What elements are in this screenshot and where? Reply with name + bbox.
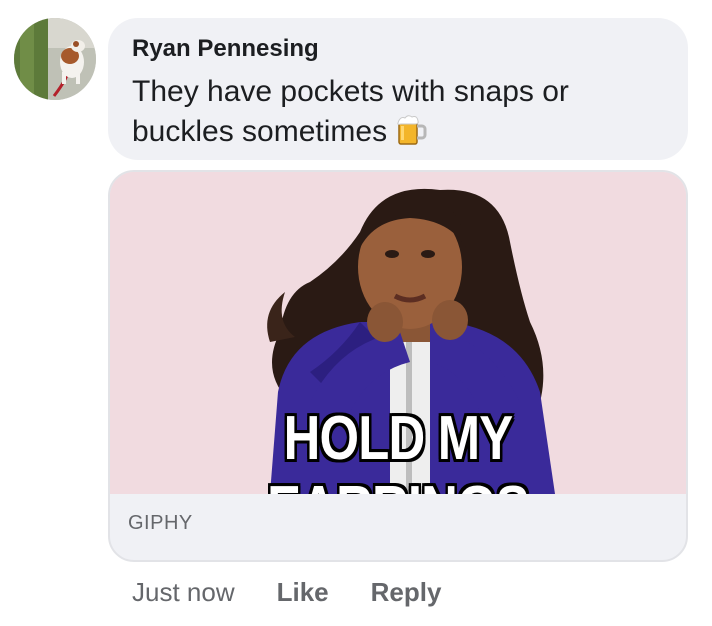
reply-button[interactable]: Reply (371, 577, 442, 608)
comment-timestamp[interactable]: Just now (132, 577, 235, 608)
comment-message: They have pockets with snaps or buckles … (132, 75, 569, 148)
gif-source-label: GIPHY (128, 512, 193, 534)
comment-actions: Just now Like Reply (132, 574, 441, 610)
profile-photo (14, 18, 96, 100)
gif-image[interactable]: HOLD MY EARRINGS (110, 172, 686, 494)
comment-author[interactable]: Ryan Pennesing (132, 34, 666, 64)
gif-caption: HOLD MY EARRINGS (267, 404, 530, 494)
like-button[interactable]: Like (277, 577, 329, 608)
comment-thread: Ryan Pennesing They have pockets with sn… (0, 0, 712, 626)
gif-attachment[interactable]: HOLD MY EARRINGS GIPHY (108, 170, 688, 562)
avatar[interactable] (14, 18, 96, 100)
beer-mug-icon (395, 113, 427, 147)
comment-bubble: Ryan Pennesing They have pockets with sn… (108, 18, 688, 160)
comment-text: They have pockets with snaps or buckles … (132, 72, 666, 152)
